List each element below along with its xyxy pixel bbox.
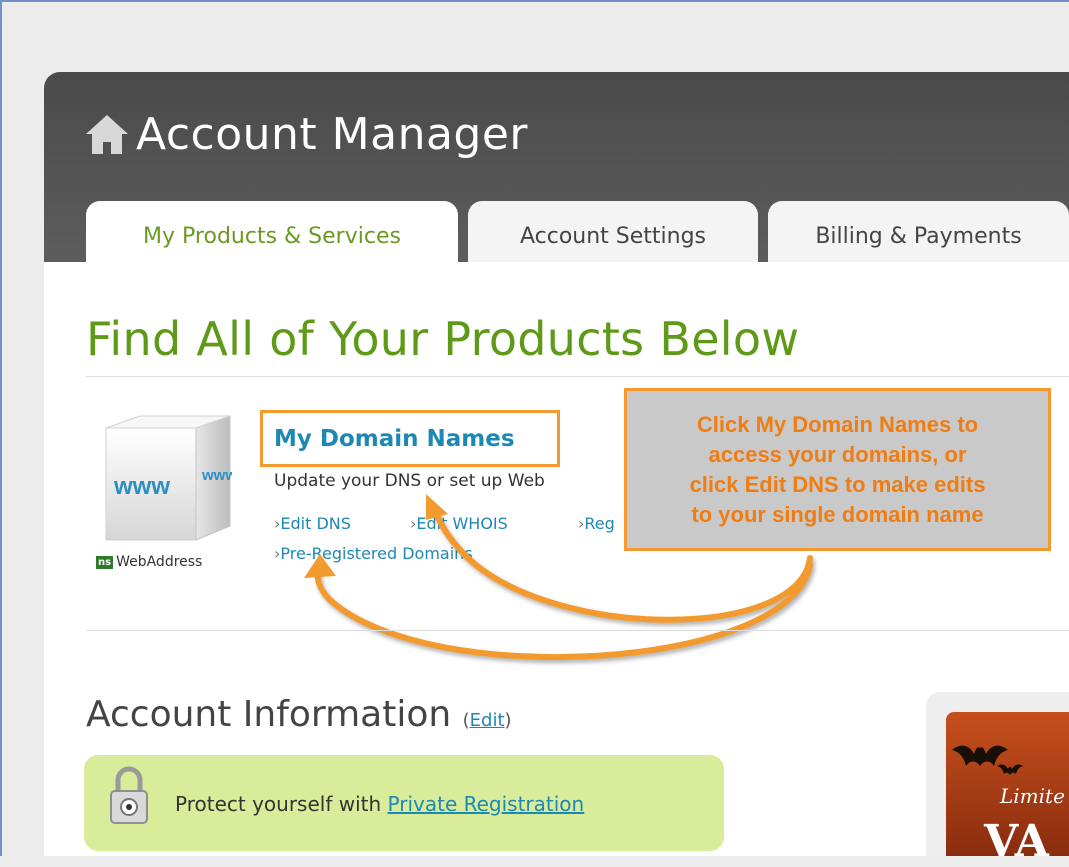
callout-line: access your domains, or [708, 441, 967, 467]
page-header-title: Account Manager [136, 108, 529, 160]
tab-billing-payments[interactable]: Billing & Payments [768, 201, 1069, 263]
private-registration-link[interactable]: Private Registration [388, 792, 585, 816]
www-cube-icon: www www [105, 415, 232, 541]
link-label: Edit WHOIS [416, 514, 508, 533]
my-domain-names-link[interactable]: My Domain Names [274, 426, 515, 452]
page-title: Find All of Your Products Below [86, 312, 800, 366]
link-label: Edit DNS [280, 514, 351, 533]
pre-registered-domains-link[interactable]: ›Pre-Registered Domains [274, 544, 473, 563]
webaddress-logo: ns WebAddress [96, 554, 202, 570]
tab-my-products-services[interactable]: My Products & Services [86, 201, 458, 263]
edit-dns-link[interactable]: ›Edit DNS [274, 514, 351, 533]
callout-line: Click My Domain Names to [696, 411, 979, 437]
promo-text: Limite [1000, 784, 1065, 808]
link-label: Reg [584, 514, 615, 533]
divider [86, 630, 1069, 631]
tab-label: Billing & Payments [815, 223, 1022, 249]
notice-text: Protect yourself with Private Registrati… [175, 792, 585, 816]
callout-line: click Edit DNS to make edits [689, 471, 986, 497]
tab-label: Account Settings [519, 223, 707, 249]
tab-account-settings[interactable]: Account Settings [468, 201, 758, 263]
edit-whois-link[interactable]: ›Edit WHOIS [410, 514, 508, 533]
instruction-callout: Click My Domain Names to access your dom… [624, 388, 1051, 551]
link-label: Pre-Registered Domains [280, 544, 473, 563]
ns-badge: ns [96, 555, 114, 569]
webaddress-label: WebAddress [116, 554, 203, 570]
edit-wrapper: (Edit) [462, 710, 512, 731]
bat-icon [997, 764, 1023, 775]
tab-label: My Products & Services [143, 223, 401, 249]
register-link[interactable]: ›Reg [578, 514, 615, 533]
divider [86, 376, 1069, 377]
home-icon[interactable] [84, 112, 130, 156]
edit-account-link[interactable]: Edit [470, 710, 505, 731]
brand: Account Manager [84, 106, 528, 162]
product-description: Update your DNS or set up Web [274, 471, 545, 491]
section-title-text: Account Information [86, 694, 452, 735]
account-information-title: Account Information (Edit) [86, 694, 512, 735]
promo-big-text: VA [984, 816, 1049, 867]
lock-icon [110, 766, 148, 824]
svg-text:www: www [113, 473, 170, 500]
callout-line: to your single domain name [691, 501, 984, 527]
svg-text:www: www [201, 467, 232, 484]
